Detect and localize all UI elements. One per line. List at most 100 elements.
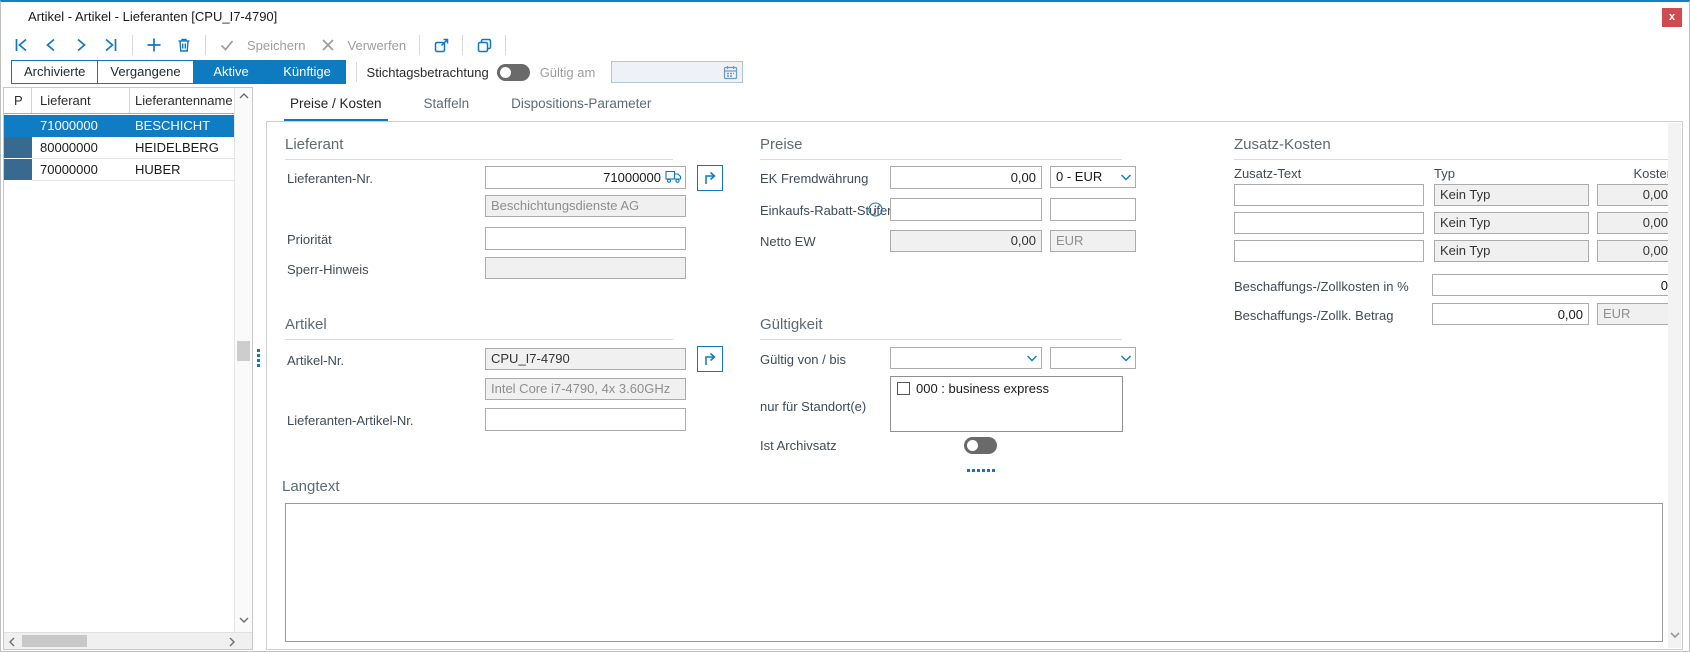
- goto-lieferant-button[interactable]: [697, 165, 723, 191]
- calendar-icon: [723, 65, 738, 80]
- standorte-listbox[interactable]: 000 : business express: [890, 376, 1123, 432]
- detail-content-panel: Lieferant Lieferanten-Nr. Beschichtungsd…: [266, 121, 1683, 650]
- tab-dispositions-parameter[interactable]: Dispositions-Parameter: [505, 90, 657, 123]
- zusatz-text-input[interactable]: [1234, 184, 1424, 206]
- gueltig-von-bis-label: Gültig von / bis: [760, 352, 846, 367]
- sperr-hinweis-label: Sperr-Hinweis: [287, 262, 369, 277]
- netto-ew-label: Netto EW: [760, 234, 816, 249]
- lieferant-name-field: Beschichtungsdienste AG: [485, 195, 686, 217]
- zollkosten-prozent-label: Beschaffungs-/Zollkosten in %: [1234, 279, 1409, 294]
- content-vertical-scrollbar[interactable]: [1668, 123, 1681, 648]
- prioritaet-input[interactable]: [485, 227, 686, 250]
- previous-record-button[interactable]: [39, 34, 63, 56]
- artikel-desc-field: Intel Core i7-4790, 4x 3.60GHz: [485, 378, 686, 400]
- filter-separator: [356, 62, 357, 82]
- scroll-down-icon[interactable]: [1670, 631, 1680, 642]
- delete-record-button[interactable]: [172, 34, 196, 56]
- next-record-button[interactable]: [69, 34, 93, 56]
- jump-to-icon: [702, 351, 718, 367]
- zusatz-text-column-label: Zusatz-Text: [1234, 166, 1301, 181]
- horizontal-scrollbar[interactable]: [4, 632, 252, 649]
- column-header-lieferantenname[interactable]: Lieferantenname: [130, 88, 235, 113]
- first-record-button[interactable]: [9, 34, 33, 56]
- copy-record-icon[interactable]: [472, 34, 496, 56]
- discard-x-icon[interactable]: [316, 34, 340, 56]
- goto-artikel-button[interactable]: [697, 346, 723, 372]
- scroll-left-icon[interactable]: [8, 637, 16, 650]
- panel-splitter-handle[interactable]: [257, 349, 260, 369]
- zollk-betrag-input[interactable]: [1432, 303, 1589, 325]
- supplier-table-header: P Lieferant Lieferantenname: [4, 88, 235, 114]
- tab-preise-kosten[interactable]: Preise / Kosten: [284, 90, 388, 123]
- gueltig-von-dropdown[interactable]: [890, 347, 1042, 369]
- langtext-textarea[interactable]: [285, 503, 1663, 642]
- rabatt-stufe2-input[interactable]: [1050, 198, 1136, 221]
- lieferanten-artikel-nr-input[interactable]: [485, 408, 686, 431]
- close-button[interactable]: x: [1662, 8, 1682, 27]
- zollk-betrag-label: Beschaffungs-/Zollk. Betrag: [1234, 308, 1393, 323]
- zusatz-kosten-field: 0,00: [1597, 212, 1674, 234]
- table-row[interactable]: 70000000 HUBER: [4, 159, 235, 181]
- filter-tab-kuenftige[interactable]: Künftige: [270, 60, 346, 84]
- zollkosten-prozent-input[interactable]: [1432, 274, 1674, 296]
- expand-dots-handle[interactable]: [967, 469, 995, 472]
- table-row[interactable]: 80000000 HEIDELBERG: [4, 137, 235, 159]
- section-title-lieferant: Lieferant: [285, 136, 673, 160]
- column-header-p[interactable]: P: [4, 88, 32, 113]
- lieferanten-nr-input[interactable]: [485, 166, 686, 189]
- filter-tab-aktive[interactable]: Aktive: [194, 60, 270, 84]
- table-row[interactable]: 71000000 BESCHICHT: [4, 115, 235, 137]
- scroll-right-icon[interactable]: [228, 637, 236, 650]
- standort-checkbox[interactable]: [897, 382, 910, 395]
- section-title-zusatz-kosten: Zusatz-Kosten: [1234, 136, 1674, 160]
- stichtag-toggle[interactable]: [497, 64, 530, 81]
- gueltig-am-label: Gültig am: [540, 65, 596, 80]
- ek-currency-value: 0 - EUR: [1056, 169, 1102, 184]
- standort-option[interactable]: 000 : business express: [891, 377, 1122, 396]
- chevron-down-icon: [1120, 354, 1132, 363]
- save-check-icon[interactable]: [215, 34, 239, 56]
- toolbar-separator: [462, 35, 463, 55]
- supplier-list-panel: P Lieferant Lieferantenname 71000000 BES…: [3, 87, 253, 650]
- zusatz-text-input[interactable]: [1234, 212, 1424, 234]
- column-header-lieferant[interactable]: Lieferant: [32, 88, 130, 113]
- section-title-artikel: Artikel: [285, 316, 673, 340]
- open-in-window-icon[interactable]: [429, 34, 453, 56]
- ek-currency-dropdown[interactable]: 0 - EUR: [1050, 166, 1136, 188]
- gueltig-am-input[interactable]: [614, 63, 719, 81]
- artikel-nr-label: Artikel-Nr.: [287, 353, 344, 368]
- chevron-down-icon: [1120, 173, 1132, 182]
- gueltig-bis-dropdown[interactable]: [1050, 347, 1136, 369]
- scrollbar-thumb[interactable]: [237, 341, 250, 361]
- discard-button[interactable]: Verwerfen: [348, 38, 407, 53]
- lieferantenname-cell: HEIDELBERG: [130, 137, 235, 159]
- info-icon[interactable]: [868, 202, 883, 222]
- section-title-langtext: Langtext: [282, 478, 340, 501]
- zusatz-typ-field: Kein Typ: [1434, 240, 1589, 262]
- prioritaet-label: Priorität: [287, 232, 332, 247]
- scroll-down-icon[interactable]: [239, 616, 249, 627]
- scrollbar-thumb[interactable]: [22, 635, 87, 647]
- toolbar: Speichern Verwerfen: [9, 32, 509, 58]
- save-button[interactable]: Speichern: [247, 38, 306, 53]
- ist-archivsatz-toggle[interactable]: [964, 437, 997, 454]
- detail-tabs: Preise / Kosten Staffeln Dispositions-Pa…: [284, 90, 657, 123]
- zusatz-text-input[interactable]: [1234, 240, 1424, 262]
- sperr-hinweis-field: [485, 257, 686, 279]
- filter-tab-vergangene[interactable]: Vergangene: [98, 60, 193, 84]
- add-record-button[interactable]: [142, 34, 166, 56]
- zusatz-typ-field: Kein Typ: [1434, 184, 1589, 206]
- section-title-preise: Preise: [760, 136, 1122, 160]
- scroll-up-icon[interactable]: [239, 92, 249, 103]
- vertical-scrollbar[interactable]: [234, 88, 252, 633]
- filter-tab-archivierte[interactable]: Archivierte: [11, 60, 98, 84]
- zusatz-kosten-field: 0,00: [1597, 184, 1674, 206]
- ek-fremdwaehrung-input[interactable]: [890, 166, 1042, 189]
- tab-staffeln[interactable]: Staffeln: [418, 90, 476, 123]
- last-record-button[interactable]: [99, 34, 123, 56]
- record-filter-bar: Archivierte Vergangene Aktive Künftige S…: [11, 60, 743, 84]
- priority-cell: [4, 159, 32, 181]
- lieferanten-artikel-nr-label: Lieferanten-Artikel-Nr.: [287, 413, 413, 428]
- rabatt-stufe1-input[interactable]: [890, 198, 1042, 221]
- netto-currency-field: EUR: [1050, 230, 1136, 252]
